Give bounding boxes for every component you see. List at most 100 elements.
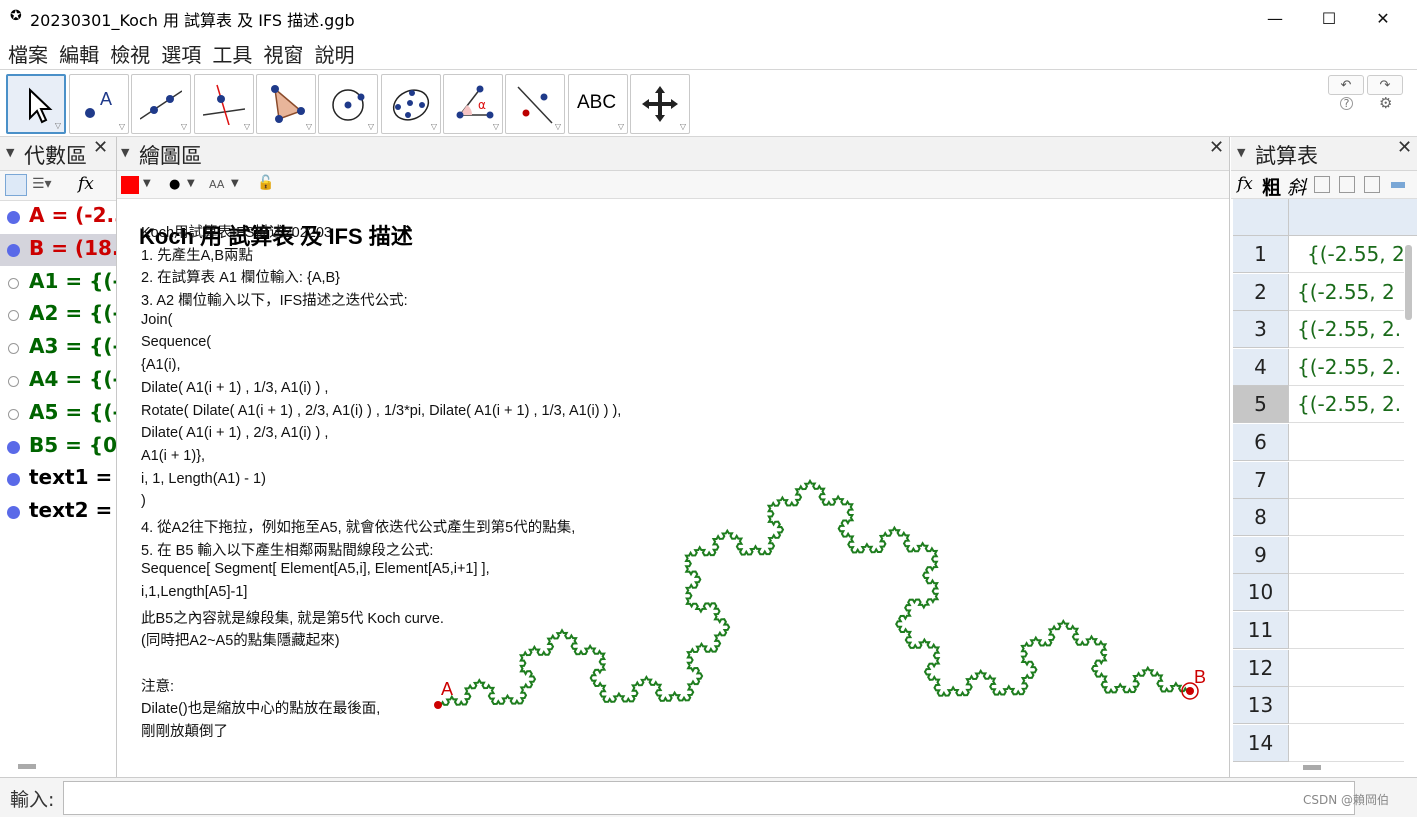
algebra-item[interactable]: B5 = {0. xyxy=(0,431,116,463)
koch-curve-plot[interactable]: A B xyxy=(117,137,1230,777)
graphics-view[interactable]: ▼ 繪圖區 ✕ ▼ ● ▼ AA ▼ 🔓 Koch 用 試算表 及 IFS 描述… xyxy=(117,137,1230,777)
horizontal-scrollbar[interactable] xyxy=(1303,765,1321,770)
spreadsheet-cell[interactable]: {(-2.55, 2. xyxy=(1289,349,1404,386)
spreadsheet-cell[interactable] xyxy=(1289,574,1404,612)
row-header[interactable]: 5 xyxy=(1233,386,1289,424)
visibility-on-icon[interactable] xyxy=(7,211,20,224)
align-right-icon[interactable] xyxy=(1364,176,1380,193)
menu-window[interactable]: 視窗 xyxy=(263,39,303,68)
fx-icon[interactable]: fx xyxy=(1237,174,1253,194)
line-tool-button[interactable]: ▽ xyxy=(131,74,191,134)
sort-icon[interactable]: ☰▾ xyxy=(32,176,52,192)
collapse-arrow-icon[interactable]: ▼ xyxy=(1237,146,1245,159)
algebra-item[interactable]: A3 = {(-2 xyxy=(0,332,116,364)
spreadsheet-cell[interactable] xyxy=(1289,424,1404,461)
row-header[interactable]: 9 xyxy=(1233,536,1289,574)
point-a[interactable] xyxy=(434,701,442,709)
point-b[interactable] xyxy=(1186,687,1194,695)
visibility-on-icon[interactable] xyxy=(7,243,20,257)
row-header[interactable]: 4 xyxy=(1233,348,1289,386)
close-spreadsheet-view-button[interactable]: ✕ xyxy=(1397,137,1412,158)
spreadsheet-cell[interactable] xyxy=(1289,725,1404,762)
menu-edit[interactable]: 編輯 xyxy=(59,39,99,68)
visibility-off-icon[interactable] xyxy=(8,310,19,322)
border-icon[interactable] xyxy=(1391,182,1405,188)
spreadsheet-cell[interactable] xyxy=(1289,537,1404,574)
row-header[interactable]: 7 xyxy=(1233,461,1289,499)
algebra-item[interactable]: text1 = “ xyxy=(0,463,116,495)
row-header[interactable]: 8 xyxy=(1233,499,1289,537)
spreadsheet-cell[interactable]: {(-2.55, 2. xyxy=(1289,311,1404,349)
close-window-button[interactable]: ✕ xyxy=(1360,4,1406,32)
algebra-item[interactable]: A2 = {(-2 xyxy=(0,299,116,331)
redo-button[interactable]: ↷ xyxy=(1367,75,1403,95)
move-tool-button[interactable]: ▽ xyxy=(6,74,66,134)
move-view-tool-button[interactable]: ▽ xyxy=(630,74,690,134)
undo-button[interactable]: ↶ xyxy=(1328,75,1364,95)
spreadsheet-cell[interactable] xyxy=(1289,499,1404,537)
vertical-scrollbar[interactable] xyxy=(1405,245,1412,320)
perpendicular-line-tool-button[interactable]: ▽ xyxy=(194,74,254,134)
visibility-on-icon[interactable] xyxy=(7,506,20,520)
algebra-style-bar: ☰▾ fx xyxy=(0,171,116,201)
description-mode-icon[interactable] xyxy=(5,174,27,196)
koch-curve-b5[interactable] xyxy=(437,478,1191,706)
algebra-item-text: A3 = {(-2 xyxy=(29,334,116,359)
menu-file[interactable]: 檔案 xyxy=(8,39,48,68)
help-icon[interactable]: ? xyxy=(1340,97,1353,110)
fx-icon[interactable]: fx xyxy=(78,174,94,194)
visibility-off-icon[interactable] xyxy=(8,376,19,387)
row-header[interactable]: 14 xyxy=(1233,724,1289,762)
bold-button[interactable]: 粗 xyxy=(1262,173,1281,200)
row-header[interactable]: 11 xyxy=(1233,612,1289,649)
algebra-scroll-handle[interactable] xyxy=(18,764,36,769)
spreadsheet-cell[interactable]: {(-2.55, 2. xyxy=(1289,386,1404,424)
visibility-off-icon[interactable] xyxy=(8,408,19,420)
row-header[interactable]: 10 xyxy=(1233,574,1289,612)
spreadsheet-cell[interactable]: {(-2.55, 2 xyxy=(1289,274,1404,311)
algebra-item[interactable]: A = (-2.5 xyxy=(0,201,116,233)
maximize-button[interactable]: ☐ xyxy=(1306,4,1352,32)
collapse-arrow-icon[interactable]: ▼ xyxy=(6,146,14,159)
row-header[interactable]: 13 xyxy=(1233,687,1289,725)
visibility-on-icon[interactable] xyxy=(7,473,20,487)
spreadsheet-cell[interactable] xyxy=(1289,650,1404,687)
align-left-icon[interactable] xyxy=(1314,176,1330,193)
algebra-item[interactable]: A4 = {(-2 xyxy=(0,365,116,397)
conic-tool-button[interactable]: ▽ xyxy=(381,74,441,134)
input-field[interactable] xyxy=(63,781,1355,815)
algebra-item[interactable]: B = (18.0 xyxy=(0,233,116,266)
polygon-tool-button[interactable]: ▽ xyxy=(256,74,316,134)
close-algebra-view-button[interactable]: ✕ xyxy=(93,137,108,158)
angle-tool-button[interactable]: α ▽ xyxy=(443,74,503,134)
line-icon xyxy=(140,90,182,120)
spreadsheet-cell[interactable]: {(-2.55, 2 xyxy=(1289,236,1404,273)
settings-gear-icon[interactable]: ⚙ xyxy=(1379,94,1392,112)
algebra-item[interactable]: text2 = “ xyxy=(0,496,116,528)
minimize-button[interactable]: — xyxy=(1252,4,1298,32)
circle-tool-button[interactable]: ▽ xyxy=(318,74,378,134)
row-header[interactable]: 3 xyxy=(1233,311,1289,349)
italic-button[interactable]: 斜 xyxy=(1287,173,1306,200)
reflect-tool-button[interactable]: ▽ xyxy=(505,74,565,134)
text-tool-button[interactable]: ABC ▽ xyxy=(568,74,628,134)
algebra-item[interactable]: A5 = {(-2 xyxy=(0,398,116,430)
menu-options[interactable]: 選項 xyxy=(161,39,201,68)
spreadsheet-cell[interactable] xyxy=(1289,462,1404,499)
row-header[interactable]: 2 xyxy=(1233,273,1289,311)
menu-help[interactable]: 說明 xyxy=(315,39,355,68)
row-header[interactable]: 12 xyxy=(1233,649,1289,687)
menu-view[interactable]: 檢視 xyxy=(110,39,150,68)
point-tool-button[interactable]: A ▽ xyxy=(69,74,129,134)
spreadsheet-cell[interactable] xyxy=(1289,687,1404,725)
visibility-off-icon[interactable] xyxy=(8,277,19,289)
column-a-header[interactable] xyxy=(1289,199,1417,236)
visibility-on-icon[interactable] xyxy=(7,440,20,454)
menu-tools[interactable]: 工具 xyxy=(212,39,252,68)
align-center-icon[interactable] xyxy=(1339,176,1355,193)
row-header[interactable]: 6 xyxy=(1233,424,1289,461)
row-header[interactable]: 1 xyxy=(1233,236,1289,273)
algebra-item[interactable]: A1 = {(-2 xyxy=(0,267,116,299)
spreadsheet-cell[interactable] xyxy=(1289,612,1404,649)
visibility-off-icon[interactable] xyxy=(8,343,19,355)
